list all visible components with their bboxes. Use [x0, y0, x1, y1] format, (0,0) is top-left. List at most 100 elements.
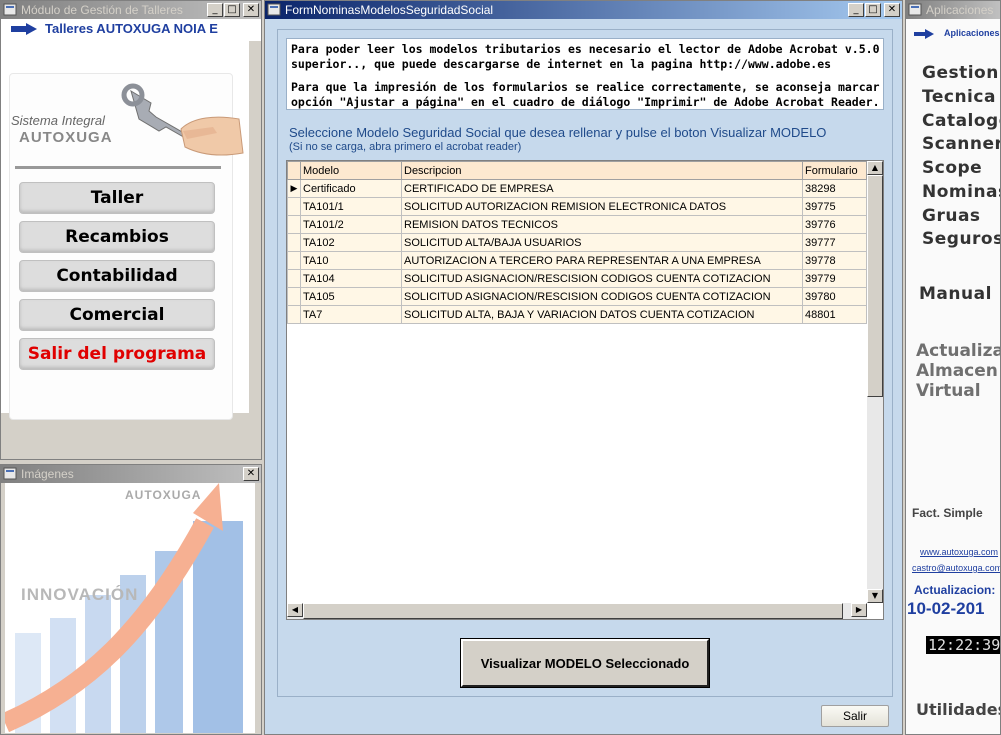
exit-program-button[interactable]: Salir del programa — [19, 338, 215, 370]
recambios-button[interactable]: Recambios — [19, 221, 215, 253]
model-cell[interactable]: TA101/2 — [300, 215, 402, 234]
description-cell[interactable]: SOLICITUD ASIGNACION/RESCISION CODIGOS C… — [401, 269, 803, 288]
description-cell[interactable]: SOLICITUD AUTORIZACION REMISION ELECTRON… — [401, 197, 803, 216]
tecnica-link[interactable]: Tecnica — [922, 87, 996, 107]
table-row[interactable]: TA101/2 REMISION DATOS TECNICOS 39776 — [287, 215, 867, 234]
description-cell[interactable]: SOLICITUD ALTA, BAJA Y VARIACION DATOS C… — [401, 305, 803, 324]
form-cell[interactable]: 39775 — [802, 197, 867, 216]
row-selector — [287, 251, 301, 270]
column-header[interactable]: Modelo — [300, 161, 402, 180]
email-link[interactable]: castro@autoxuga.com — [912, 563, 1000, 573]
apps-title: Aplicaciones — [926, 3, 994, 17]
minimize-icon[interactable]: _ — [848, 3, 864, 17]
update-warehouse-link[interactable]: Virtual — [916, 381, 981, 401]
scroll-up-icon[interactable]: ▲ — [867, 161, 883, 175]
fact-simple-link[interactable]: Fact. Simple — [912, 506, 983, 520]
exit-button[interactable]: Salir — [821, 705, 889, 727]
model-cell[interactable]: TA104 — [300, 269, 402, 288]
scanner-link[interactable]: Scanner — [922, 134, 1000, 154]
column-header[interactable]: Descripcion — [401, 161, 803, 180]
manual-link[interactable]: Manual — [919, 284, 992, 304]
comercial-button[interactable]: Comercial — [19, 299, 215, 331]
content-frame: Para poder leer los modelos tributarios … — [277, 29, 893, 697]
form-cell[interactable]: 39778 — [802, 251, 867, 270]
model-cell[interactable]: Certificado — [300, 179, 402, 198]
scroll-left-icon[interactable]: ◀ — [287, 603, 303, 617]
description-cell[interactable]: AUTORIZACION A TERCERO PARA REPRESENTAR … — [401, 251, 803, 270]
form-cell[interactable]: 38298 — [802, 179, 867, 198]
maximize-icon[interactable]: □ — [224, 3, 240, 17]
utilities-link[interactable]: Utilidades — [916, 700, 1000, 719]
table-row[interactable]: ▶ Certificado CERTIFICADO DE EMPRESA 382… — [287, 179, 867, 198]
form-cell[interactable]: 39779 — [802, 269, 867, 288]
gestion-link[interactable]: Gestion — [922, 63, 999, 83]
app-icon — [267, 3, 281, 16]
vertical-scrollbar[interactable]: ▲ ▼ — [867, 161, 883, 603]
module-titlebar[interactable]: Módulo de Gestión de Talleres _ □ ✕ — [1, 1, 261, 19]
horizontal-scrollbar[interactable]: ◀ ▶ — [287, 603, 867, 619]
images-slogan: INNOVACIÓN — [21, 585, 139, 604]
banner: Talleres AUTOXUGA NOIA E — [1, 19, 261, 41]
form-cell[interactable]: 48801 — [802, 305, 867, 324]
description-cell[interactable]: CERTIFICADO DE EMPRESA — [401, 179, 803, 198]
maximize-icon[interactable]: □ — [865, 3, 881, 17]
seguros-link[interactable]: Seguros — [922, 229, 1000, 249]
form-cell[interactable]: 39780 — [802, 287, 867, 306]
row-selector-icon: ▶ — [287, 179, 301, 198]
update-warehouse-link[interactable]: Actualizar — [916, 341, 1000, 361]
images-brand: AUTOXUGA — [125, 488, 202, 502]
minimize-icon[interactable]: _ — [207, 3, 223, 17]
scroll-right-icon[interactable]: ▶ — [851, 603, 867, 617]
apps-titlebar[interactable]: Aplicaciones — [906, 1, 1000, 19]
model-cell[interactable]: TA102 — [300, 233, 402, 252]
table-row[interactable]: TA101/1 SOLICITUD AUTORIZACION REMISION … — [287, 197, 867, 216]
model-cell[interactable]: TA101/1 — [300, 197, 402, 216]
main-titlebar[interactable]: FormNominasModelosSeguridadSocial _ □ ✕ — [265, 1, 902, 19]
table-row[interactable]: TA105 SOLICITUD ASIGNACION/RESCISION COD… — [287, 287, 867, 306]
taller-button[interactable]: Taller — [19, 182, 215, 214]
arrow-right-icon — [11, 23, 37, 35]
scroll-thumb[interactable] — [867, 175, 883, 397]
table-row[interactable]: TA10 AUTORIZACION A TERCERO PARA REPRESE… — [287, 251, 867, 270]
model-cell[interactable]: TA7 — [300, 305, 402, 324]
models-grid[interactable]: Modelo Descripcion Formulario ▶ Certific… — [286, 160, 884, 620]
row-selector — [287, 233, 301, 252]
close-icon[interactable]: ✕ — [243, 3, 259, 17]
table-row[interactable]: TA104 SOLICITUD ASIGNACION/RESCISION COD… — [287, 269, 867, 288]
model-cell[interactable]: TA105 — [300, 287, 402, 306]
close-icon[interactable]: ✕ — [884, 3, 900, 17]
description-cell[interactable]: REMISION DATOS TECNICOS — [401, 215, 803, 234]
table-row[interactable]: TA7 SOLICITUD ALTA, BAJA Y VARIACION DAT… — [287, 305, 867, 324]
innovation-image: AUTOXUGA INNOVACIÓN — [5, 483, 255, 733]
arrow-right-icon — [914, 29, 934, 39]
scope-link[interactable]: Scope — [922, 158, 982, 178]
hand-wrench-image — [121, 83, 244, 156]
row-selector — [287, 215, 301, 234]
table-row[interactable]: TA102 SOLICITUD ALTA/BAJA USUARIOS 39777 — [287, 233, 867, 252]
images-titlebar[interactable]: Imágenes ✕ — [1, 465, 261, 483]
nominas-link[interactable]: Nominas — [922, 182, 1000, 202]
description-cell[interactable]: SOLICITUD ALTA/BAJA USUARIOS — [401, 233, 803, 252]
close-icon[interactable]: ✕ — [243, 467, 259, 481]
description-cell[interactable]: SOLICITUD ASIGNACION/RESCISION CODIGOS C… — [401, 287, 803, 306]
gruas-link[interactable]: Gruas — [922, 206, 981, 226]
scroll-down-icon[interactable]: ▼ — [867, 589, 883, 603]
column-header[interactable]: Formulario — [802, 161, 867, 180]
scroll-thumb-horizontal[interactable] — [303, 603, 843, 619]
banner-title: Talleres AUTOXUGA NOIA E — [45, 21, 218, 36]
logo-brand: AUTOXUGA — [19, 129, 113, 146]
info-line: Para que la impresión de los formularios… — [291, 80, 884, 94]
form-cell[interactable]: 39777 — [802, 233, 867, 252]
catalogo-link[interactable]: Catalogo — [922, 111, 1000, 131]
info-line: superior.., que puede descargarse de int… — [291, 57, 832, 71]
contabilidad-button[interactable]: Contabilidad — [19, 260, 215, 292]
model-cell[interactable]: TA10 — [300, 251, 402, 270]
form-cell[interactable]: 39776 — [802, 215, 867, 234]
images-title: Imágenes — [21, 467, 74, 481]
logo-subtitle: Sistema Integral — [11, 113, 105, 128]
view-model-button[interactable]: Visualizar MODELO Seleccionado — [460, 638, 710, 688]
info-line: opción "Ajustar a página" en el cuadro d… — [291, 95, 880, 109]
website-link[interactable]: www.autoxuga.com — [920, 547, 998, 557]
update-warehouse-link[interactable]: Almacen — [916, 361, 998, 381]
images-window: Imágenes ✕ AUTOXUGA INNOVACIÓN — [0, 464, 262, 735]
